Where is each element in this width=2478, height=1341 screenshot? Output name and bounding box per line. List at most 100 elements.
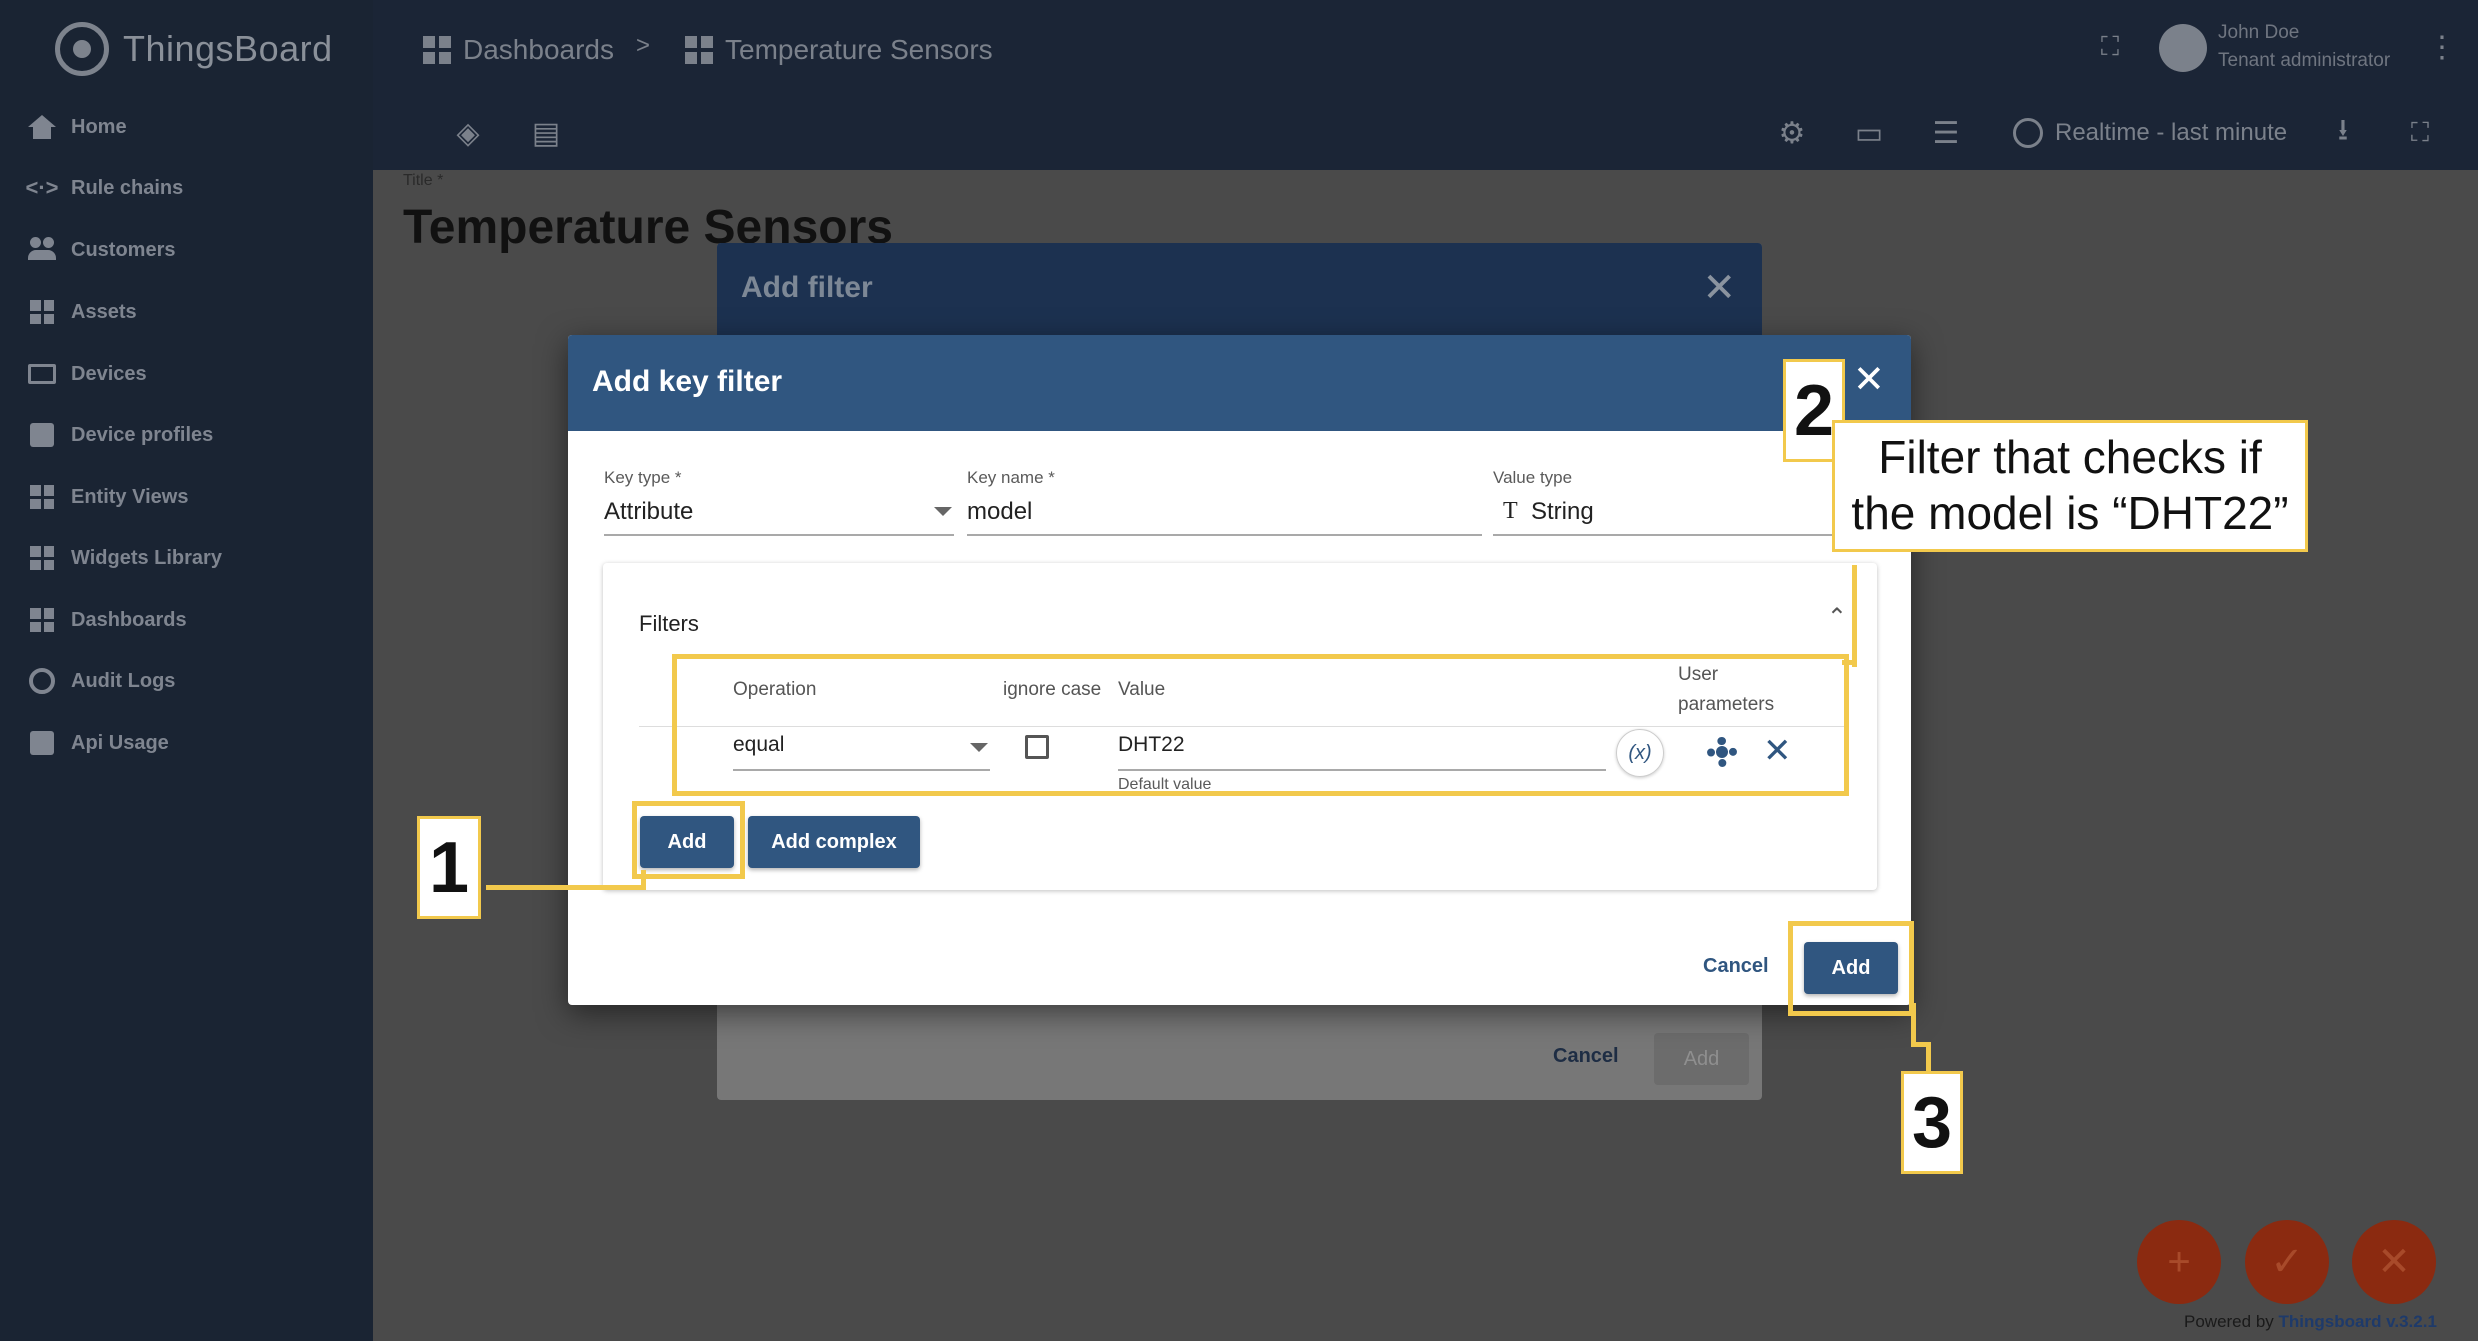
powered-by-label: Powered by [2184,1312,2274,1331]
version-link[interactable]: Thingsboard v.3.2.1 [2279,1312,2437,1331]
sidebar-item-rule-chains[interactable]: <·> Rule chains [0,158,373,218]
sidebar-item-label: Devices [71,362,147,385]
sidebar-item-label: Dashboards [71,608,187,631]
step-number-3: 3 [1901,1071,1963,1174]
dropdown-arrow-icon[interactable] [934,507,952,516]
connector-3 [1911,1003,1916,1047]
sidebar-item-label: Rule chains [71,176,184,199]
sidebar-item-label: Api Usage [71,731,169,754]
connector-1 [486,885,646,890]
customers-icon [28,236,56,264]
fullscreen-icon[interactable]: ⛶ [2403,116,2437,150]
clock-icon [2013,118,2043,148]
callout-line: Filter that checks if [1878,431,2262,483]
key-name-input[interactable]: model [967,498,1032,526]
filters-title: Filters [639,611,699,636]
sidebar-item-dashboards[interactable]: Dashboards [0,590,373,650]
sidebar-item-audit-logs[interactable]: Audit Logs [0,651,373,711]
user-name: John Doe [2218,22,2300,43]
rule-chains-icon: <·> [25,175,59,200]
device-profiles-icon [28,421,56,449]
close-icon[interactable]: ✕ [1853,357,1885,402]
connector-2 [1842,660,1857,665]
app-name: ThingsBoard [123,28,333,69]
sidebar-item-entity-views[interactable]: Entity Views [0,467,373,527]
sidebar-item-customers[interactable]: Customers [0,220,373,280]
assets-icon [28,298,56,326]
avatar[interactable] [2159,24,2207,72]
breadcrumb-label: Temperature Sensors [725,34,993,65]
layers-icon[interactable]: ◈ [451,116,485,150]
add-button[interactable]: Add [1654,1033,1749,1085]
download-icon[interactable]: ⭳ [2326,114,2360,150]
highlight-add-button [632,801,745,879]
close-icon[interactable]: ✕ [1702,265,1736,311]
sidebar-item-widgets-library[interactable]: Widgets Library [0,528,373,588]
decline-changes-fab[interactable]: ✕ [2352,1220,2436,1304]
breadcrumb-separator: > [636,32,651,59]
sidebar-item-assets[interactable]: Assets [0,282,373,342]
filter-icon[interactable]: ☰ [1929,116,1963,150]
key-type-select[interactable]: Attribute [604,498,693,526]
cancel-button[interactable]: Cancel [1703,955,1769,978]
value-type-select[interactable]: String [1531,498,1594,526]
dashboard-icon [685,36,713,64]
fullscreen-icon[interactable]: ⛶ [2093,30,2127,64]
thingsboard-logo-icon [55,22,109,76]
sidebar-item-device-profiles[interactable]: Device profiles [0,405,373,465]
dialog-header: Add filter ✕ [717,243,1762,335]
user-role: Tenant administrator [2218,50,2391,71]
dialog-header: Add key filter ✕ [568,335,1911,431]
more-vert-icon[interactable]: ⋮ [2425,30,2459,64]
callout-line: the model is “DHT22” [1851,487,2289,539]
widgets-library-icon [28,544,56,572]
add-widget-fab[interactable]: + [2137,1220,2221,1304]
sidebar-item-label: Device profiles [71,423,214,446]
connector-3 [1926,1042,1931,1074]
key-type-underline [604,534,954,536]
settings-icon[interactable]: ⚙ [1775,116,1809,150]
sidebar: ThingsBoard Home <·> Rule chains Custome… [0,0,373,1341]
value-type-label: Value type [1493,468,1573,487]
title-field-label: Title * [403,172,444,189]
top-toolbar: Dashboards > Temperature Sensors ⛶ John … [373,0,2478,170]
cancel-button[interactable]: Cancel [1553,1045,1619,1068]
apply-changes-fab[interactable]: ✓ [2245,1220,2329,1304]
entity-aliases-icon[interactable]: ▭ [1852,116,1886,150]
sidebar-item-api-usage[interactable]: Api Usage [0,713,373,773]
highlight-filter-row [672,654,1849,796]
sidebar-item-devices[interactable]: Devices [0,344,373,404]
sidebar-item-label: Audit Logs [71,669,176,692]
logo[interactable]: ThingsBoard [55,18,333,80]
chevron-up-icon[interactable]: ⌃ [1827,603,1847,632]
breadcrumb-label: Dashboards [463,34,614,65]
breadcrumb-current: Temperature Sensors [685,30,993,70]
string-type-icon: T [1503,498,1518,524]
key-name-underline [967,534,1482,536]
timewindow-button[interactable]: Realtime - last minute [2013,118,2287,148]
sidebar-item-label: Entity Views [71,485,189,508]
callout-note: Filter that checks if the model is “DHT2… [1832,420,2308,552]
timewindow-label: Realtime - last minute [2055,119,2288,146]
powered-by: Powered by Thingsboard v.3.2.1 [2184,1312,2437,1332]
dashboards-icon [28,606,56,634]
key-name-label: Key name * [967,468,1055,487]
add-complex-button[interactable]: Add complex [748,816,920,868]
breadcrumb-dashboards[interactable]: Dashboards [423,30,614,70]
connector-1 [641,870,646,888]
sidebar-item-label: Widgets Library [71,546,222,569]
key-type-label: Key type * [604,468,682,487]
highlight-submit-button [1788,921,1914,1016]
dialog-title: Add key filter [592,365,783,398]
devices-icon [28,360,56,388]
home-icon [28,113,56,141]
connector-2 [1852,565,1857,667]
dialog-title: Add filter [741,271,873,304]
entity-views-icon [28,483,56,511]
sidebar-item-home[interactable]: Home [0,97,373,157]
layout-icon[interactable]: ▤ [529,116,563,150]
dashboards-icon [423,36,451,64]
sidebar-item-label: Home [71,115,127,138]
api-usage-icon [28,729,56,757]
sidebar-item-label: Customers [71,238,176,261]
